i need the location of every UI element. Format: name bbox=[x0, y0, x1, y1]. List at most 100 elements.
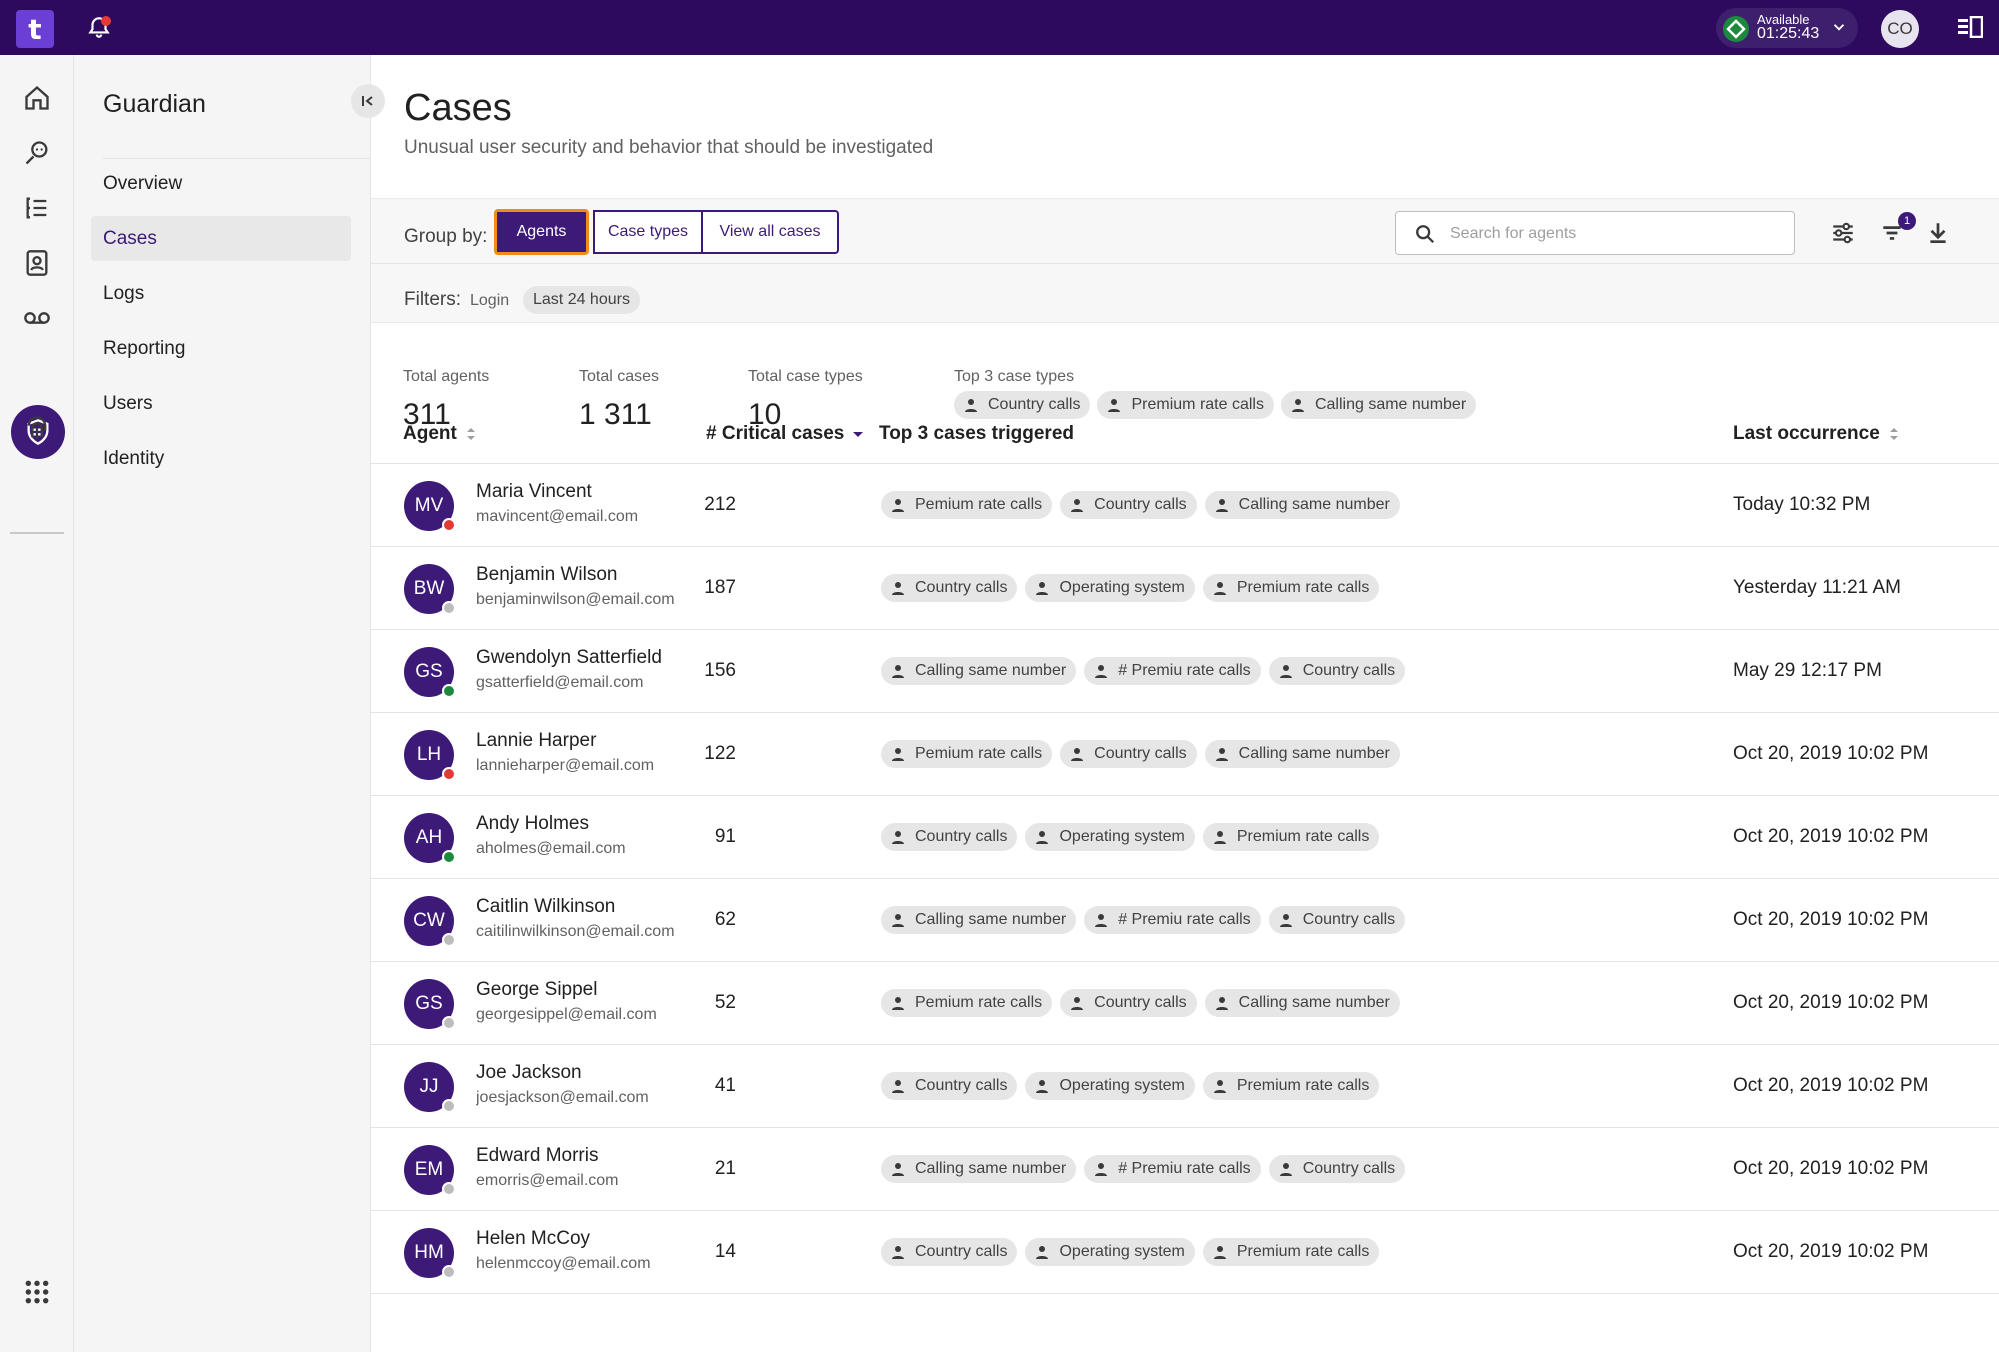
case-type-chip[interactable]: Country calls bbox=[954, 391, 1091, 419]
agent-name[interactable]: Andy Holmes bbox=[476, 813, 589, 835]
table-row[interactable]: AH Andy Holmes aholmes@email.com 91 Country … bbox=[371, 796, 1999, 879]
sidebar-item-overview[interactable]: Overview bbox=[91, 161, 351, 206]
case-chip[interactable]: Country calls bbox=[1268, 657, 1406, 685]
person-icon bbox=[892, 665, 904, 678]
presence-dot bbox=[442, 518, 456, 532]
chip-label: Calling same number bbox=[915, 662, 1067, 679]
case-chip[interactable]: Pemium rate calls bbox=[881, 740, 1053, 768]
case-chip[interactable]: Country calls bbox=[1060, 491, 1197, 519]
column-header-critical-cases[interactable]: # Critical cases bbox=[706, 423, 864, 445]
chip-label: Pemium rate calls bbox=[915, 745, 1043, 762]
agent-status-dropdown[interactable]: Available 01:25:43 bbox=[1716, 8, 1858, 48]
column-header-label: # Critical cases bbox=[706, 423, 845, 444]
case-chip[interactable]: # Premiu rate calls bbox=[1084, 657, 1261, 685]
case-chip[interactable]: Calling same number bbox=[1204, 740, 1400, 768]
case-chip[interactable]: Calling same number bbox=[1204, 491, 1400, 519]
case-chip[interactable]: Country calls bbox=[881, 574, 1018, 602]
agent-name[interactable]: Joe Jackson bbox=[476, 1062, 582, 1084]
home-icon[interactable] bbox=[23, 84, 51, 112]
search-box bbox=[1395, 211, 1795, 255]
case-chip[interactable]: Country calls bbox=[881, 823, 1018, 851]
chip-label: Country calls bbox=[988, 396, 1081, 413]
agent-name[interactable]: Maria Vincent bbox=[476, 481, 592, 503]
chip-label: Premium rate calls bbox=[1236, 1077, 1370, 1094]
case-chip[interactable]: Country calls bbox=[881, 1072, 1018, 1100]
case-chip[interactable]: Country calls bbox=[1268, 906, 1406, 934]
case-chip[interactable]: Country calls bbox=[881, 1238, 1018, 1266]
table-row[interactable]: LH Lannie Harper lannieharper@email.com 122… bbox=[371, 713, 1999, 796]
stat-top-case-types: Top 3 case types Country calls Premium ra… bbox=[954, 368, 1477, 419]
agent-name[interactable]: Helen McCoy bbox=[476, 1228, 590, 1250]
search-icon bbox=[1416, 225, 1435, 244]
chip-label: Calling same number bbox=[1314, 396, 1467, 413]
filter-type: Login bbox=[470, 292, 510, 309]
agent-name[interactable]: Lannie Harper bbox=[476, 730, 596, 752]
table-row[interactable]: GS George Sippel georgesippel@email.com 52 P… bbox=[371, 962, 1999, 1045]
case-chip[interactable]: Pemium rate calls bbox=[881, 989, 1053, 1017]
agent-name[interactable]: Benjamin Wilson bbox=[476, 564, 618, 586]
sidebar-item-logs[interactable]: Logs bbox=[91, 271, 351, 316]
case-chip[interactable]: Pemium rate calls bbox=[881, 491, 1053, 519]
case-chip[interactable]: Calling same number bbox=[881, 1155, 1077, 1183]
side-panel-icon[interactable] bbox=[1957, 16, 1983, 38]
agent-name[interactable]: Caitlin Wilkinson bbox=[476, 896, 615, 918]
case-chip[interactable]: Country calls bbox=[1268, 1155, 1406, 1183]
table-row[interactable]: BW Benjamin Wilson benjaminwilson@email.co… bbox=[371, 547, 1999, 630]
table-row[interactable]: EM Edward Morris emorris@email.com 21 Callin… bbox=[371, 1128, 1999, 1211]
case-chip[interactable]: Calling same number bbox=[881, 906, 1077, 934]
agent-name[interactable]: Gwendolyn Satterfield bbox=[476, 647, 662, 669]
case-chip[interactable]: Operating system bbox=[1025, 823, 1195, 851]
agent-name[interactable]: George Sippel bbox=[476, 979, 597, 1001]
case-chip[interactable]: Premium rate calls bbox=[1202, 1238, 1380, 1266]
table-row[interactable]: JJ Joe Jackson joesjackson@email.com 41 Coun… bbox=[371, 1045, 1999, 1128]
case-chip[interactable]: Premium rate calls bbox=[1202, 574, 1380, 602]
sidebar-item-cases[interactable]: Cases bbox=[91, 216, 351, 261]
apps-grid-icon[interactable] bbox=[24, 1279, 50, 1305]
chevron-down-icon bbox=[1833, 24, 1845, 31]
download-icon[interactable] bbox=[1925, 220, 1951, 246]
sidebar-item-users[interactable]: Users bbox=[91, 381, 351, 426]
user-avatar[interactable]: CO bbox=[1881, 10, 1919, 48]
app-logo[interactable]: t bbox=[16, 10, 54, 48]
stat-label: Total agents bbox=[403, 368, 490, 385]
case-chip[interactable]: Operating system bbox=[1025, 1238, 1195, 1266]
search-input[interactable] bbox=[1450, 222, 1770, 246]
contacts-icon[interactable] bbox=[23, 249, 51, 277]
case-chip[interactable]: # Premiu rate calls bbox=[1084, 1155, 1261, 1183]
agent-email: lannieharper@email.com bbox=[476, 757, 655, 774]
table-row[interactable]: CW Caitlin Wilkinson caitilinwilkinson@ema… bbox=[371, 879, 1999, 962]
column-header-last-occurrence[interactable]: Last occurrence bbox=[1733, 423, 1900, 445]
view-all-cases-button[interactable]: View all cases bbox=[701, 210, 839, 254]
voicemail-icon[interactable] bbox=[23, 304, 51, 332]
case-chip[interactable]: Operating system bbox=[1025, 574, 1195, 602]
column-header-agent[interactable]: Agent bbox=[403, 423, 477, 445]
case-chip[interactable]: Calling same number bbox=[881, 657, 1077, 685]
case-chip[interactable]: Calling same number bbox=[1204, 989, 1400, 1017]
toolbar-divider bbox=[371, 263, 1999, 264]
case-chip[interactable]: Premium rate calls bbox=[1202, 1072, 1380, 1100]
case-chip[interactable]: # Premiu rate calls bbox=[1084, 906, 1261, 934]
agent-headset-icon[interactable] bbox=[23, 139, 51, 167]
agent-name[interactable]: Edward Morris bbox=[476, 1145, 598, 1167]
column-settings-icon[interactable] bbox=[1830, 220, 1856, 246]
agent-email: mavincent@email.com bbox=[476, 508, 639, 525]
case-chip[interactable]: Country calls bbox=[1060, 740, 1197, 768]
table-row[interactable]: GS Gwendolyn Satterfield gsatterfield@emai… bbox=[371, 630, 1999, 713]
case-chip[interactable]: Operating system bbox=[1025, 1072, 1195, 1100]
filter-chip-time-range[interactable]: Last 24 hours bbox=[523, 286, 640, 314]
column-header-label: Last occurrence bbox=[1733, 423, 1880, 444]
case-type-chip[interactable]: Calling same number bbox=[1280, 391, 1477, 419]
case-type-chip[interactable]: Premium rate calls bbox=[1097, 391, 1274, 419]
fingerprint-icon[interactable] bbox=[23, 414, 51, 442]
stat-label: Top 3 case types bbox=[954, 368, 1075, 385]
group-by-agents-button[interactable]: Agents bbox=[494, 209, 589, 255]
sidebar-item-identity[interactable]: Identity bbox=[91, 436, 351, 481]
case-chip[interactable]: Premium rate calls bbox=[1202, 823, 1380, 851]
table-row[interactable]: HM Helen McCoy helenmccoy@email.com 14 Count… bbox=[371, 1211, 1999, 1294]
table-row[interactable]: MV Maria Vincent mavincent@email.com 212 Pem… bbox=[371, 464, 1999, 547]
list-icon[interactable] bbox=[23, 194, 51, 222]
case-chip[interactable]: Country calls bbox=[1060, 989, 1197, 1017]
sidebar-item-reporting[interactable]: Reporting bbox=[91, 326, 351, 371]
group-by-case-types-button[interactable]: Case types bbox=[593, 210, 701, 254]
presence-dot bbox=[442, 601, 456, 615]
